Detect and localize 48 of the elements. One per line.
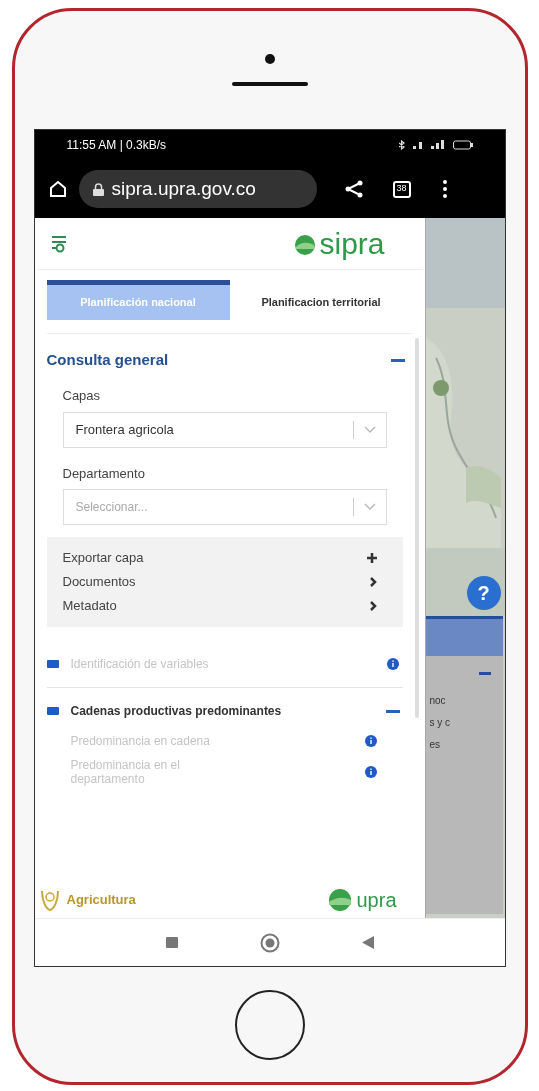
chevron-down-icon — [363, 503, 376, 511]
scrollbar-thumb[interactable] — [414, 338, 419, 718]
lock-icon — [92, 182, 104, 196]
section-title: Consulta general — [46, 349, 169, 370]
field-label: Capas — [62, 387, 102, 405]
globe-icon — [293, 232, 318, 255]
info-icon[interactable] — [364, 766, 377, 778]
panel-text: s y c — [428, 716, 452, 730]
back-icon[interactable] — [361, 936, 374, 949]
panel-text: es — [428, 738, 442, 752]
speaker-icon — [231, 82, 308, 86]
chevron-down-icon — [363, 425, 376, 434]
minus-icon[interactable] — [478, 671, 491, 675]
panel-text: noc — [428, 694, 447, 708]
bluetooth-icon — [398, 140, 405, 150]
signal-icon — [412, 140, 423, 150]
layer-icon — [46, 707, 59, 715]
footer-logo-text: upra — [356, 890, 397, 910]
camera-icon — [264, 54, 275, 64]
chevron-right-icon[interactable] — [369, 577, 377, 587]
action-link[interactable]: Documentos — [62, 572, 136, 592]
chevron-right-icon[interactable] — [369, 601, 377, 611]
info-icon[interactable] — [364, 735, 377, 747]
battery-icon — [452, 140, 473, 150]
home-icon[interactable] — [48, 180, 67, 198]
minus-icon[interactable] — [385, 709, 400, 713]
signal-icon — [430, 140, 445, 150]
layer-title[interactable]: Cadenas productivas predominantes — [70, 702, 371, 720]
share-icon[interactable] — [344, 180, 363, 198]
home-button-icon[interactable] — [233, 988, 306, 1061]
emblem-icon — [38, 888, 61, 912]
url-text: sipra.upra.gov.co — [111, 176, 256, 201]
action-link[interactable]: Metadato — [62, 596, 117, 616]
more-icon[interactable] — [442, 180, 447, 198]
url-bar[interactable]: sipra.upra.gov.co — [78, 170, 317, 208]
tab-count-button[interactable]: 38 — [392, 180, 411, 198]
logo-text: sipra — [319, 228, 385, 259]
home-nav-icon[interactable] — [259, 932, 280, 953]
footer-logo-text: Agricultura — [66, 891, 136, 910]
recent-apps-icon[interactable] — [165, 937, 178, 948]
minus-icon[interactable] — [390, 358, 405, 362]
layer-icon — [46, 660, 59, 668]
action-link[interactable]: Exportar capa — [62, 548, 144, 568]
plus-icon[interactable] — [366, 553, 377, 563]
select-field[interactable]: Frontera agricola — [62, 411, 387, 448]
menu-icon[interactable] — [50, 234, 67, 253]
field-label: Departamento — [62, 464, 146, 483]
status-time: 11:55 AM | 0.3kB/s — [66, 137, 167, 154]
